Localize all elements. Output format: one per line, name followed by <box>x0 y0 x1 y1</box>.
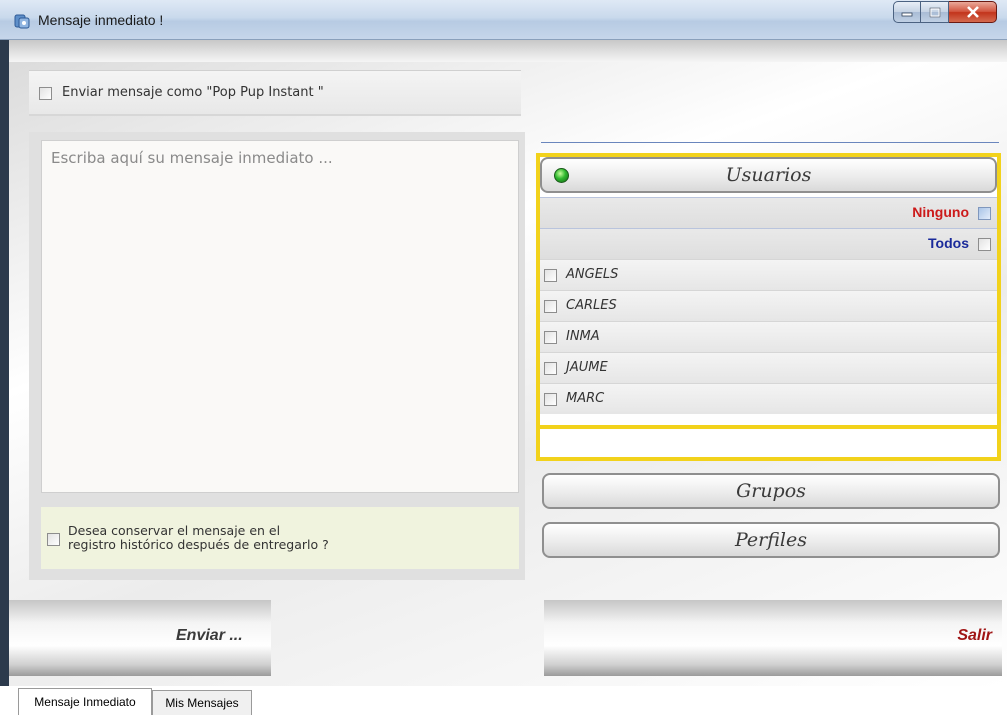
keep-history-line1: Desea conservar el mensaje en el <box>68 523 281 538</box>
user-name: ANGELS <box>566 267 619 282</box>
profiles-label: Perfiles <box>734 529 807 551</box>
send-label: Enviar ... <box>176 627 243 644</box>
user-row[interactable]: JAUME <box>540 352 997 383</box>
client-top-shade <box>9 40 1007 62</box>
user-name: MARC <box>566 391 605 406</box>
send-button[interactable]: Enviar ... <box>9 600 271 676</box>
select-all-label: Todos <box>928 235 969 251</box>
users-panel: Usuarios Ninguno Todos ANGELS CARLES INM… <box>536 153 1001 461</box>
user-checkbox[interactable] <box>544 331 557 344</box>
popup-option-bar: Enviar mensaje como "Pop Pup Instant " <box>29 70 521 116</box>
select-none-label: Ninguno <box>912 204 969 220</box>
user-checkbox[interactable] <box>544 269 557 282</box>
message-placeholder: Escriba aquí su mensaje inmediato ... <box>51 149 333 167</box>
exit-label: Salir <box>957 627 992 644</box>
separator-line <box>541 142 999 143</box>
users-title: Usuarios <box>725 164 812 186</box>
keep-history-checkbox[interactable] <box>47 533 60 546</box>
minimize-button[interactable] <box>893 1 921 23</box>
select-none-checkbox[interactable] <box>978 207 991 220</box>
keep-history-label: Desea conservar el mensaje en el registr… <box>68 524 329 552</box>
popup-option-label: Enviar mensaje como "Pop Pup Instant " <box>62 85 324 100</box>
tab-mis-mensajes[interactable]: Mis Mensajes <box>152 690 252 715</box>
app-window: Mensaje inmediato ! Enviar mensaje como … <box>0 0 1007 715</box>
exit-button[interactable]: Salir <box>544 600 1002 676</box>
window-title: Mensaje inmediato ! <box>38 12 164 28</box>
users-panel-footer <box>536 425 1001 461</box>
select-none-row: Ninguno <box>540 197 997 228</box>
popup-checkbox[interactable] <box>39 87 52 100</box>
user-checkbox[interactable] <box>544 362 557 375</box>
maximize-icon <box>929 7 940 17</box>
close-icon <box>966 6 979 18</box>
tab-bar: Mensaje Inmediato Mis Mensajes <box>0 686 1007 715</box>
status-led-icon <box>554 168 569 183</box>
maximize-button[interactable] <box>921 1 949 23</box>
message-textarea[interactable]: Escriba aquí su mensaje inmediato ... <box>41 140 519 493</box>
keep-history-box: Desea conservar el mensaje en el registr… <box>41 507 519 569</box>
user-checkbox[interactable] <box>544 393 557 406</box>
close-button[interactable] <box>949 1 997 23</box>
user-name: JAUME <box>566 360 608 375</box>
keep-history-line2: registro histórico después de entregarlo… <box>68 537 329 552</box>
message-panel: Escriba aquí su mensaje inmediato ... De… <box>29 132 525 580</box>
user-row[interactable]: MARC <box>540 383 997 414</box>
client-area: Enviar mensaje como "Pop Pup Instant " E… <box>9 40 1007 686</box>
groups-label: Grupos <box>736 480 806 502</box>
users-header-button[interactable]: Usuarios <box>540 157 997 193</box>
select-all-row: Todos <box>540 228 997 259</box>
user-row[interactable]: ANGELS <box>540 259 997 290</box>
groups-button[interactable]: Grupos <box>542 473 1000 509</box>
user-row[interactable]: INMA <box>540 321 997 352</box>
user-name: CARLES <box>566 298 617 313</box>
minimize-icon <box>901 12 913 17</box>
user-name: INMA <box>566 329 600 344</box>
app-icon <box>13 12 31 30</box>
tab-mensaje-inmediato[interactable]: Mensaje Inmediato <box>18 688 152 715</box>
select-all-checkbox[interactable] <box>978 238 991 251</box>
profiles-button[interactable]: Perfiles <box>542 522 1000 558</box>
user-row[interactable]: CARLES <box>540 290 997 321</box>
title-bar[interactable]: Mensaje inmediato ! <box>0 0 1007 40</box>
user-checkbox[interactable] <box>544 300 557 313</box>
window-controls <box>893 1 997 23</box>
